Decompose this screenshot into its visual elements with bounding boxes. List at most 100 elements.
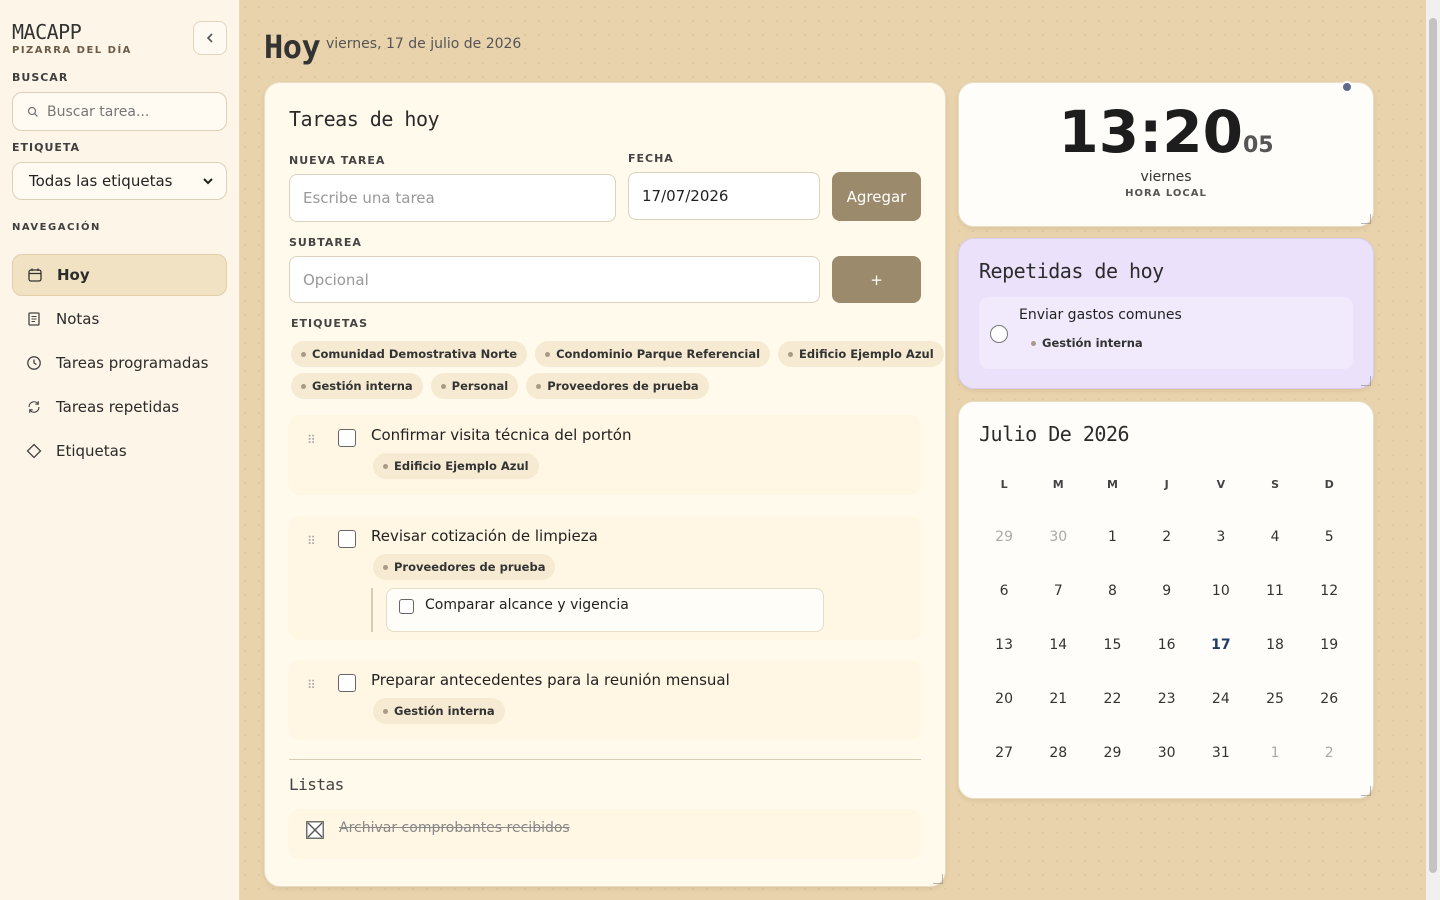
sidebar-item-etiquetas[interactable]: Etiquetas [12, 430, 227, 472]
calendar-day[interactable]: 18 [1248, 618, 1302, 672]
subtask-checkbox[interactable] [399, 599, 414, 614]
drag-handle-icon[interactable]: ⠿ [307, 678, 316, 692]
scrollbar-thumb[interactable] [1429, 18, 1437, 873]
resize-handle-icon[interactable] [1361, 786, 1371, 796]
lists-title: Listas [289, 775, 344, 794]
scrollbar[interactable] [1426, 0, 1440, 900]
new-task-label: NUEVA TAREA [289, 154, 386, 167]
drag-handle-icon[interactable]: ⠿ [307, 534, 316, 548]
add-subtask-button[interactable]: + [832, 256, 921, 303]
calendar-week: 29 30 1 2 3 4 5 [977, 510, 1356, 564]
task-item[interactable]: ⠿ Confirmar visita técnica del portón Ed… [289, 415, 921, 495]
sidebar-item-repetidas[interactable]: Tareas repetidas [12, 386, 227, 428]
sidebar-item-hoy[interactable]: Hoy [12, 254, 227, 296]
calendar-day[interactable]: 2 [1140, 510, 1194, 564]
calendar-day[interactable]: 19 [1302, 618, 1356, 672]
calendar-day[interactable]: 4 [1248, 510, 1302, 564]
tag-dot [383, 463, 388, 469]
sidebar-item-notas[interactable]: Notas [12, 298, 227, 340]
calendar-day[interactable]: 20 [977, 672, 1031, 726]
note-icon [26, 311, 42, 327]
resize-handle-icon[interactable] [1361, 214, 1371, 224]
calendar-day[interactable]: 9 [1140, 564, 1194, 618]
subtask-input[interactable]: Opcional [289, 256, 820, 303]
task-text: Preparar antecedentes para la reunión me… [371, 671, 730, 689]
calendar-day[interactable]: 25 [1248, 672, 1302, 726]
calendar-day[interactable]: 15 [1085, 618, 1139, 672]
calendar-week: 6 7 8 9 10 11 12 [977, 564, 1356, 618]
tag-dot [440, 383, 446, 389]
resize-handle-icon[interactable] [1361, 376, 1371, 386]
calendar-day[interactable]: 28 [1031, 726, 1085, 780]
calendar-day[interactable]: 14 [1031, 618, 1085, 672]
drag-handle-icon[interactable]: ⠿ [307, 433, 316, 447]
calendar-day[interactable]: 5 [1302, 510, 1356, 564]
sidebar-item-programadas[interactable]: Tareas programadas [12, 342, 227, 384]
subtask-text: Comparar alcance y vigencia [425, 597, 629, 613]
calendar-day[interactable]: 10 [1194, 564, 1248, 618]
resize-handle-icon[interactable] [933, 874, 943, 884]
new-task-input[interactable]: Escribe una tarea [289, 174, 616, 222]
weekday-label: M [1106, 478, 1118, 491]
calendar-grid: 29 30 1 2 3 4 5 6 7 8 9 10 11 12 13 14 15 16 17 18 19 20 21 22 2… [977, 510, 1356, 780]
calendar-day[interactable]: 2 [1302, 726, 1356, 780]
task-checkbox[interactable] [338, 530, 356, 548]
calendar-day[interactable]: 1 [1248, 726, 1302, 780]
tag-chip[interactable]: Comunidad Demostrativa Norte [291, 341, 528, 367]
subtask-item[interactable]: Comparar alcance y vigencia [386, 588, 824, 632]
clock-hours-minutes: 13:20 [1058, 98, 1243, 166]
list-item-text: Archivar comprobantes recibidos [339, 820, 570, 836]
calendar-day[interactable]: 22 [1085, 672, 1139, 726]
add-task-button[interactable]: Agregar [832, 172, 921, 221]
tag-filter-label: ETIQUETA [12, 141, 81, 154]
calendar-day[interactable]: 31 [1194, 726, 1248, 780]
calendar-day[interactable]: 13 [977, 618, 1031, 672]
repeated-task-text: Enviar gastos comunes [1019, 307, 1182, 323]
tag-chip[interactable]: Proveedores de prueba [526, 373, 709, 399]
calendar-day[interactable]: 30 [1140, 726, 1194, 780]
task-checkbox[interactable] [338, 429, 356, 447]
task-checkbox[interactable] [338, 674, 356, 692]
tag-dot [301, 351, 306, 357]
calendar-day[interactable]: 6 [977, 564, 1031, 618]
calendar-day[interactable]: 30 [1031, 510, 1085, 564]
tag-filter-select[interactable]: Todas las etiquetas [12, 162, 227, 200]
calendar-day[interactable]: 12 [1302, 564, 1356, 618]
calendar-day[interactable]: 23 [1140, 672, 1194, 726]
tag-chip[interactable]: Gestión interna [291, 373, 423, 399]
tag-chip[interactable]: Condominio Parque Referencial [535, 341, 771, 367]
calendar-day[interactable]: 3 [1194, 510, 1248, 564]
tag-dot [383, 564, 388, 570]
collapse-sidebar-button[interactable] [193, 21, 227, 55]
pin-icon [1341, 81, 1353, 93]
calendar-day[interactable]: 29 [1085, 726, 1139, 780]
calendar-day[interactable]: 11 [1248, 564, 1302, 618]
repeated-task-item[interactable]: Enviar gastos comunes Gestión interna [979, 297, 1353, 369]
search-label: BUSCAR [12, 71, 69, 84]
calendar-day[interactable]: 26 [1302, 672, 1356, 726]
tag-chip[interactable]: Personal [430, 373, 519, 399]
tag-chip[interactable]: Edificio Ejemplo Azul [778, 341, 944, 367]
calendar-day[interactable]: 1 [1085, 510, 1139, 564]
repeated-task-radio[interactable] [990, 325, 1008, 343]
sidebar: MACAPP PIZARRA DEL DÍA BUSCAR ETIQUETA T… [0, 0, 240, 900]
tag-chip-label: Proveedores de prueba [547, 379, 699, 393]
calendar-day[interactable]: 8 [1085, 564, 1139, 618]
calendar-day[interactable]: 16 [1140, 618, 1194, 672]
search-input[interactable] [47, 103, 217, 120]
list-item[interactable]: Archivar comprobantes recibidos [289, 809, 921, 859]
calendar-day[interactable]: 21 [1031, 672, 1085, 726]
task-tag: Gestión interna [1021, 330, 1153, 356]
calendar-day[interactable]: 27 [977, 726, 1031, 780]
search-field[interactable] [12, 92, 227, 131]
checked-box-icon[interactable] [306, 821, 324, 839]
task-item[interactable]: ⠿ Preparar antecedentes para la reunión … [289, 660, 921, 740]
calendar-icon [27, 267, 43, 283]
task-item[interactable]: ⠿ Revisar cotización de limpieza Proveed… [289, 516, 921, 640]
weekday-label: S [1271, 478, 1279, 491]
calendar-day[interactable]: 17 [1194, 618, 1248, 672]
date-input[interactable]: 17/07/2026 [628, 172, 820, 220]
calendar-day[interactable]: 7 [1031, 564, 1085, 618]
calendar-day[interactable]: 29 [977, 510, 1031, 564]
calendar-day[interactable]: 24 [1194, 672, 1248, 726]
